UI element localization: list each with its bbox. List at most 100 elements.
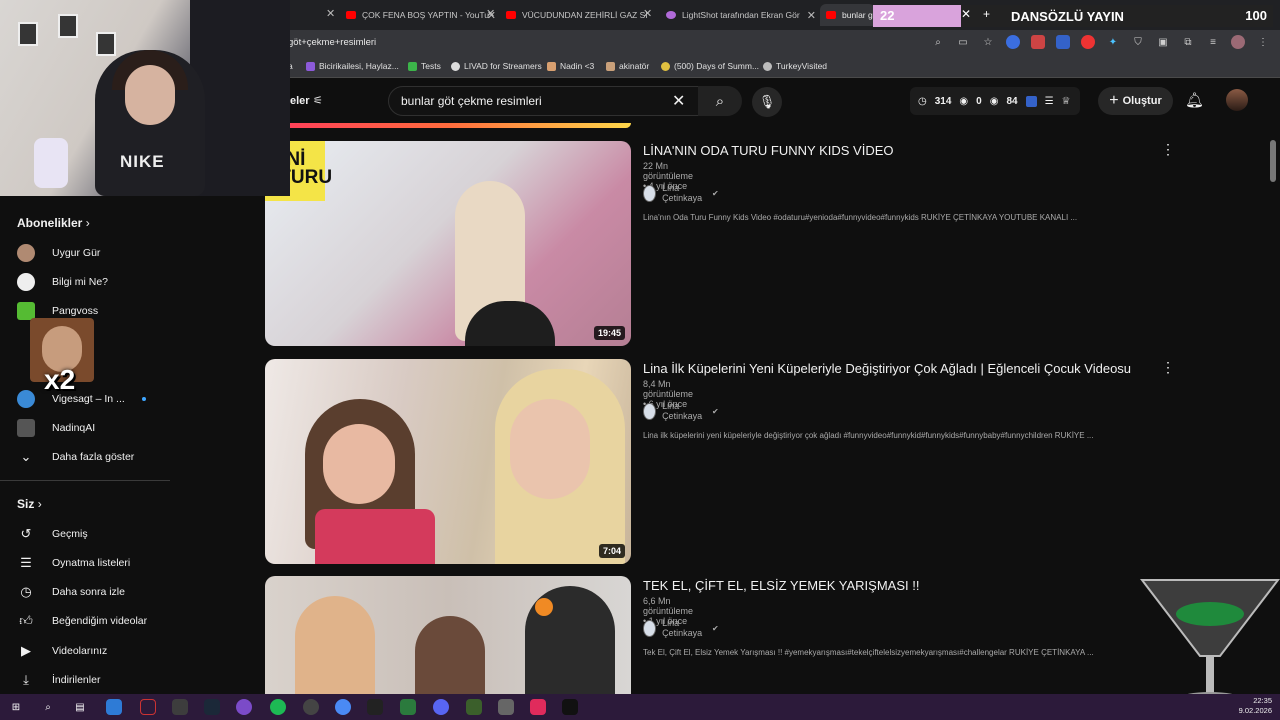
- app-icon[interactable]: [400, 699, 416, 715]
- tiktok-icon[interactable]: [562, 699, 578, 715]
- sidebar-item-downloads[interactable]: ⤓ İndirilenler: [17, 671, 100, 689]
- stat-value: 84: [1006, 95, 1018, 107]
- glass-contents: [1176, 602, 1244, 626]
- more-vertical-icon[interactable]: ⋮: [1256, 35, 1270, 49]
- sidebar-item-subscription[interactable]: Uygur Gür: [17, 244, 100, 262]
- plus-icon[interactable]: +: [983, 7, 990, 21]
- stream-goal-bar: 22 ✕ + DANSÖZLÜ YAYIN 100: [873, 5, 1273, 27]
- star-icon[interactable]: ☆: [981, 35, 995, 49]
- extension-icon[interactable]: [1031, 35, 1045, 49]
- channel-link[interactable]: Lina Çetinkaya ✔: [643, 183, 719, 203]
- sidebar-item-liked-videos[interactable]: 👍︎ Beğendiğim videolar: [17, 612, 147, 630]
- sidebar-item-subscription[interactable]: NadinqAI: [17, 419, 95, 437]
- sidebar-item-subscription[interactable]: Vigesagt – In ...: [17, 390, 146, 408]
- sidebar-item-your-videos[interactable]: ▶ Videolarınız: [17, 642, 107, 660]
- app-icon[interactable]: [106, 699, 122, 715]
- sidebar-item-subscription[interactable]: Bilgi mi Ne?: [17, 273, 108, 291]
- search-icon[interactable]: ⌕: [40, 699, 56, 715]
- video-title[interactable]: Lina İlk Küpelerini Yeni Küpeleriyle Değ…: [643, 361, 1131, 376]
- video-thumbnail[interactable]: [265, 576, 631, 694]
- more-vertical-icon[interactable]: ⋮: [1161, 359, 1175, 376]
- extension-icon[interactable]: [1081, 35, 1095, 49]
- filters-label[interactable]: eler: [290, 95, 310, 107]
- browser-tab[interactable]: VÜCUDUNDAN ZEHİRLİ GAZ Sİ: [500, 4, 660, 26]
- puzzle-icon[interactable]: ⧉: [1181, 35, 1195, 49]
- sidebar-item-playlists[interactable]: ☰ Oynatma listeleri: [17, 554, 130, 572]
- channel-link[interactable]: Lina Çetinkaya ✔: [643, 618, 719, 638]
- app-icon[interactable]: [236, 699, 252, 715]
- extension-toolbar: ⌕ ▭ ☆ ✦ ⛉ ▣ ⧉ ≡ ⋮: [931, 35, 1270, 49]
- bookmark[interactable]: Nadin <3: [547, 61, 594, 71]
- scrollbar[interactable]: [1270, 140, 1276, 182]
- video-thumbnail[interactable]: YENİ A TURU 19:45: [265, 141, 631, 346]
- extension-icon[interactable]: [1056, 35, 1070, 49]
- menu-list-icon[interactable]: ≡: [1206, 35, 1220, 49]
- bookmark[interactable]: LIVAD for Streamers: [451, 61, 542, 71]
- system-clock[interactable]: 22:35 9.02.2026: [1239, 696, 1272, 716]
- tiktok-icon[interactable]: [530, 699, 546, 715]
- steam-icon[interactable]: [204, 699, 220, 715]
- avatar: [17, 390, 35, 408]
- sidebar-item-history[interactable]: ↺ Geçmiş: [17, 525, 88, 543]
- avatar[interactable]: [1226, 89, 1248, 111]
- extension-icon[interactable]: [1006, 35, 1020, 49]
- app-icon[interactable]: [498, 699, 514, 715]
- channel-avatar: [643, 402, 657, 420]
- extension-stats[interactable]: ◷ 314 ◉ 0 ◉ 84 ☰ ♕: [910, 87, 1080, 115]
- bookmark-icon: [606, 61, 615, 71]
- show-more-button[interactable]: ⌄ Daha fazla göster: [17, 448, 135, 466]
- close-icon[interactable]: ✕: [807, 9, 816, 22]
- clear-icon[interactable]: ✕: [672, 91, 685, 111]
- bell-icon[interactable]: 🔔︎: [1185, 91, 1204, 109]
- extension-icon[interactable]: ▣: [1156, 35, 1170, 49]
- thumbnail-figure: [535, 598, 553, 616]
- chrome-icon[interactable]: [335, 699, 351, 715]
- subscriptions-heading[interactable]: Abonelikler ›: [17, 216, 90, 230]
- channel-avatar: [643, 619, 657, 637]
- app-icon[interactable]: [367, 699, 383, 715]
- microphone-button[interactable]: 🎙: [752, 87, 782, 117]
- url-field[interactable]: göt+çekme+resimleri: [288, 37, 376, 48]
- app-icon[interactable]: [466, 699, 482, 715]
- browser-tab[interactable]: ÇOK FENA BOŞ YAPTIN - YouTu ✕: [340, 4, 500, 26]
- bookmark-label: Nadin <3: [560, 61, 595, 71]
- extension-icon[interactable]: ✦: [1106, 35, 1120, 49]
- bookmark[interactable]: akinatör: [606, 61, 649, 71]
- video-title[interactable]: TEK EL, ÇİFT EL, ELSİZ YEMEK YARIŞMASI !…: [643, 578, 919, 593]
- profile-icon[interactable]: [1231, 35, 1245, 49]
- task-view-icon[interactable]: ▤: [72, 699, 88, 715]
- close-icon[interactable]: ✕: [643, 7, 652, 20]
- create-button[interactable]: + Oluştur: [1098, 87, 1173, 115]
- close-icon[interactable]: ✕: [326, 7, 335, 20]
- sidebar-item-watch-later[interactable]: ◷ Daha sonra izle: [17, 583, 125, 601]
- bookmark[interactable]: TurkeyVisited: [763, 61, 827, 71]
- filter-icon[interactable]: ⚟: [313, 94, 323, 107]
- thumbnail-edge: [265, 123, 631, 128]
- bookmark[interactable]: (500) Days of Summ...: [661, 61, 759, 71]
- search-input[interactable]: bunlar göt çekme resimleri: [388, 86, 740, 116]
- you-heading[interactable]: Siz ›: [17, 497, 42, 511]
- close-icon[interactable]: ✕: [486, 7, 495, 20]
- spotify-icon[interactable]: [270, 699, 286, 715]
- discord-icon[interactable]: [433, 699, 449, 715]
- video-thumbnail[interactable]: 7:04: [265, 359, 631, 564]
- app-icon[interactable]: [172, 699, 188, 715]
- app-icon[interactable]: [140, 699, 156, 715]
- bookmark[interactable]: Bicirikailesi, Haylaz...: [306, 61, 399, 71]
- shield-icon[interactable]: ⛉: [1131, 35, 1145, 49]
- close-icon[interactable]: ✕: [961, 7, 971, 21]
- video-title[interactable]: LİNA'NIN ODA TURU FUNNY KIDS VİDEO: [643, 143, 894, 158]
- app-icon[interactable]: [303, 699, 319, 715]
- windows-start-icon[interactable]: ⊞: [8, 699, 24, 715]
- more-vertical-icon[interactable]: ⋮: [1161, 141, 1175, 158]
- cast-icon[interactable]: ▭: [956, 35, 970, 49]
- sidebar-item-label: İndirilenler: [52, 674, 101, 686]
- bookmark[interactable]: Tests: [408, 61, 441, 71]
- zoom-icon[interactable]: ⌕: [931, 35, 945, 49]
- browser-tab[interactable]: LightShot tarafından Ekran Gör ✕: [660, 4, 820, 26]
- thumbnail-figure: [295, 596, 375, 694]
- search-button[interactable]: ⌕: [698, 86, 742, 116]
- video-description: Tek El, Çift El, Elsiz Yemek Yarışması !…: [643, 648, 1094, 657]
- browser-tab-active[interactable]: bunlar gö: [820, 4, 875, 26]
- channel-link[interactable]: Lina Çetinkaya ✔: [643, 401, 719, 421]
